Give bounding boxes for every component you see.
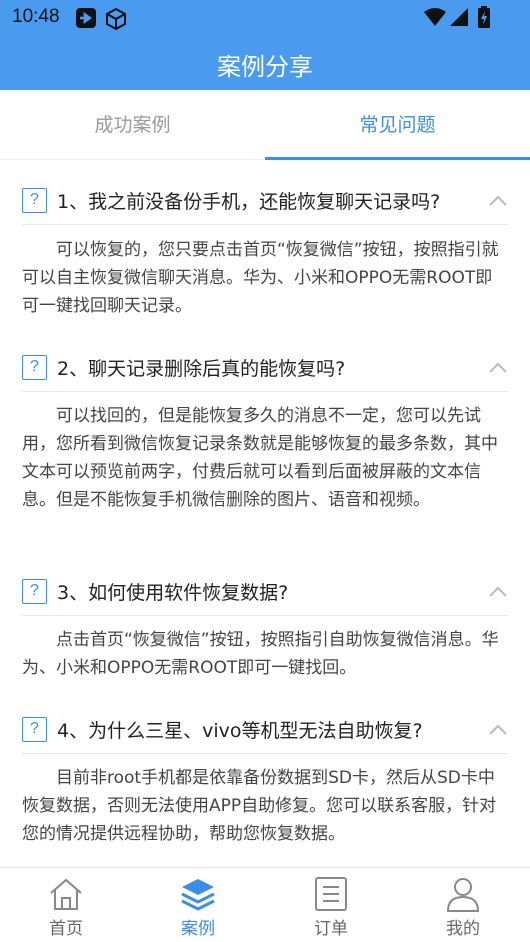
faq-answer: 点击首页“恢复微信”按钮，按照指引自助恢复微信消息。华为、小米和OPPO无需RO… bbox=[22, 630, 499, 678]
question-icon: ? bbox=[22, 355, 47, 380]
cube-icon bbox=[106, 7, 126, 31]
status-time: 10:48 bbox=[12, 6, 60, 27]
faq-answer: 可以找回的，但是能恢复多久的消息不一定，您可以先试用，您所看到微信恢复记录条数就… bbox=[22, 406, 498, 510]
faq-question: 3、如何使用软件恢复数据? bbox=[57, 582, 289, 604]
faq-question: 1、我之前没备份手机，还能恢复聊天记录吗? bbox=[57, 191, 441, 213]
faq-answer: 目前非root手机都是依靠备份数据到SD卡，然后从SD卡中恢复数据，否则无法使用… bbox=[22, 768, 497, 844]
faq-question-row[interactable]: ? 3、如何使用软件恢复数据? bbox=[22, 566, 508, 616]
faq-question-row[interactable]: ? 1、我之前没备份手机，还能恢复聊天记录吗? bbox=[22, 175, 508, 225]
faq-question-row[interactable]: ? 4、为什么三星、vivo等机型无法自助恢复? bbox=[22, 704, 508, 754]
nav-cases-label: 案例 bbox=[181, 919, 215, 939]
question-icon: ? bbox=[22, 717, 47, 742]
app-notification-icon bbox=[76, 8, 96, 28]
active-tab-indicator bbox=[265, 157, 530, 160]
chevron-up-icon[interactable] bbox=[488, 360, 508, 374]
nav-mine[interactable]: 我的 bbox=[397, 868, 529, 942]
tab-bar: 成功案例 常见问题 bbox=[0, 90, 530, 160]
faq-answer: 可以恢复的，您只要点击首页“恢复微信”按钮，按照指引就可以自主恢复微信聊天消息。… bbox=[22, 240, 499, 316]
status-bar: 10:48 bbox=[0, 0, 530, 36]
app-header: 案例分享 bbox=[0, 36, 530, 90]
signal-icon bbox=[450, 8, 468, 26]
chevron-up-icon[interactable] bbox=[488, 584, 508, 598]
nav-home-label: 首页 bbox=[49, 919, 83, 939]
nav-mine-label: 我的 bbox=[446, 919, 480, 939]
order-icon bbox=[315, 877, 347, 911]
question-icon: ? bbox=[22, 188, 47, 213]
battery-icon bbox=[478, 6, 490, 28]
home-icon bbox=[50, 878, 82, 910]
chevron-up-icon[interactable] bbox=[488, 722, 508, 736]
tab-success-cases[interactable]: 成功案例 bbox=[0, 90, 265, 160]
tab-faq[interactable]: 常见问题 bbox=[265, 90, 530, 160]
nav-cases[interactable]: 案例 bbox=[132, 868, 264, 942]
question-icon: ? bbox=[22, 579, 47, 604]
page-title: 案例分享 bbox=[217, 53, 313, 81]
nav-home[interactable]: 首页 bbox=[0, 868, 132, 942]
wifi-icon bbox=[424, 8, 446, 26]
user-icon bbox=[446, 878, 480, 912]
nav-orders[interactable]: 订单 bbox=[265, 868, 397, 942]
chevron-up-icon[interactable] bbox=[488, 193, 508, 207]
faq-question: 2、聊天记录删除后真的能恢复吗? bbox=[57, 358, 346, 380]
bottom-nav: 首页 案例 订单 我的 bbox=[0, 867, 530, 942]
nav-orders-label: 订单 bbox=[314, 919, 348, 939]
faq-question: 4、为什么三星、vivo等机型无法自助恢复? bbox=[57, 720, 423, 742]
layers-icon bbox=[181, 879, 215, 911]
faq-question-row[interactable]: ? 2、聊天记录删除后真的能恢复吗? bbox=[22, 342, 508, 392]
